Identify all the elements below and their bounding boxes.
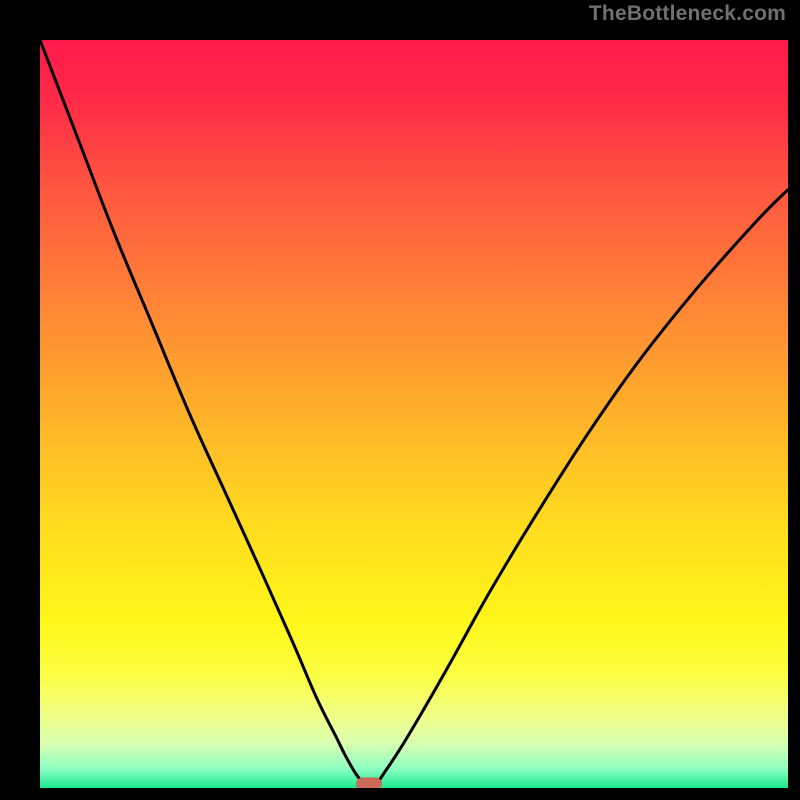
watermark-text: TheBottleneck.com — [589, 2, 786, 26]
plot-area — [40, 40, 788, 788]
minimum-marker — [356, 778, 382, 788]
curve-left-branch — [40, 40, 365, 784]
curve-right-branch — [377, 190, 788, 785]
chart-frame — [14, 14, 786, 786]
bottleneck-curve — [40, 40, 788, 788]
